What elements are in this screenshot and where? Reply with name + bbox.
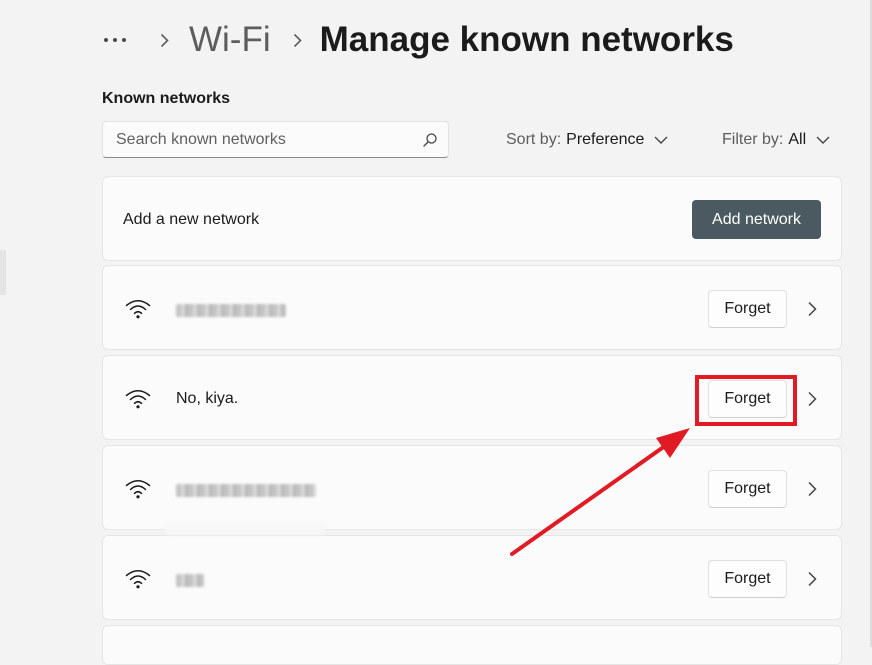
chevron-down-icon bbox=[816, 136, 830, 144]
wifi-icon bbox=[125, 570, 151, 589]
network-list-item[interactable]: No, kiya. Forget bbox=[102, 355, 842, 440]
redacted-network-name bbox=[176, 574, 204, 587]
chevron-right-icon[interactable] bbox=[806, 301, 818, 317]
sort-dropdown[interactable]: Sort by: Preference bbox=[506, 131, 668, 149]
chevron-right-icon[interactable] bbox=[806, 481, 818, 497]
search-box[interactable] bbox=[102, 121, 449, 158]
wifi-icon bbox=[125, 300, 151, 319]
breadcrumb-wifi-link[interactable]: Wi-Fi bbox=[189, 20, 271, 60]
network-name: No, kiya. bbox=[176, 390, 239, 407]
network-list-item[interactable]: Forget bbox=[102, 535, 842, 620]
breadcrumb: Wi-Fi Manage known networks bbox=[100, 18, 734, 62]
network-list-item[interactable]: Forget bbox=[102, 445, 842, 530]
chevron-right-icon bbox=[160, 33, 169, 48]
add-network-label: Add a new network bbox=[123, 211, 260, 228]
page-title: Manage known networks bbox=[319, 20, 734, 59]
chevron-down-icon bbox=[654, 136, 668, 144]
add-network-button[interactable]: Add network bbox=[692, 200, 821, 239]
forget-button[interactable]: Forget bbox=[708, 470, 787, 508]
redaction-smudge bbox=[165, 523, 325, 535]
forget-button[interactable]: Forget bbox=[708, 560, 787, 598]
sort-value: Preference bbox=[566, 131, 645, 148]
network-list-item[interactable] bbox=[102, 625, 842, 665]
chevron-right-icon bbox=[293, 33, 302, 48]
filter-label: Filter by: bbox=[722, 131, 784, 148]
more-options-icon[interactable] bbox=[100, 38, 130, 42]
forget-button[interactable]: Forget bbox=[708, 380, 787, 418]
chevron-right-icon[interactable] bbox=[806, 391, 818, 407]
wifi-icon bbox=[125, 390, 151, 409]
sort-label: Sort by: bbox=[506, 131, 562, 148]
search-input[interactable] bbox=[103, 122, 406, 157]
add-network-card: Add a new network Add network bbox=[102, 176, 842, 261]
chevron-right-icon[interactable] bbox=[806, 571, 818, 587]
forget-button[interactable]: Forget bbox=[708, 290, 787, 328]
search-icon[interactable] bbox=[422, 132, 438, 148]
section-heading: Known networks bbox=[102, 90, 231, 107]
filter-dropdown[interactable]: Filter by: All bbox=[722, 131, 830, 149]
nav-pane-edge bbox=[0, 250, 6, 295]
redacted-network-name bbox=[176, 484, 316, 497]
filter-value: All bbox=[788, 131, 807, 148]
redacted-network-name bbox=[176, 304, 286, 317]
wifi-icon bbox=[125, 480, 151, 499]
network-list-item[interactable]: Forget bbox=[102, 265, 842, 350]
